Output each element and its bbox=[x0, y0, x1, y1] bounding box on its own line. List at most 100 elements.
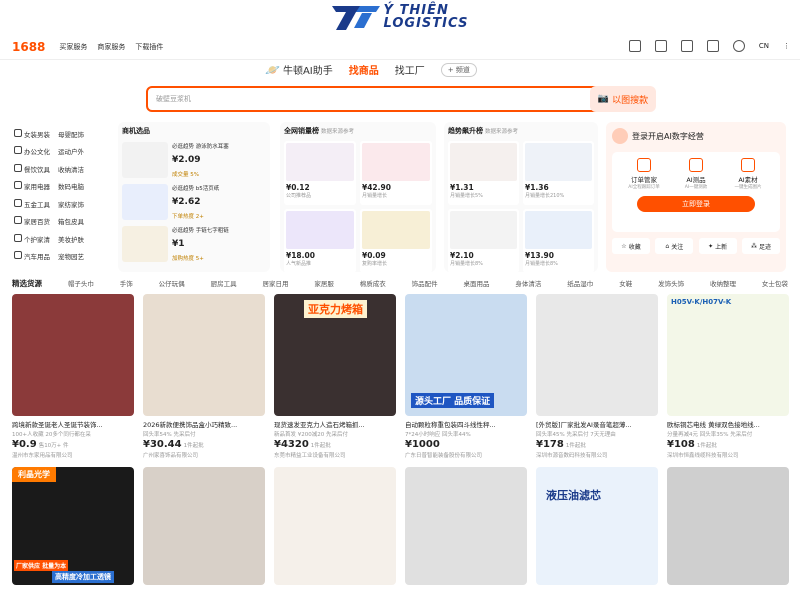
message-icon[interactable] bbox=[628, 40, 641, 52]
tab-category[interactable]: 女鞋 bbox=[619, 278, 632, 289]
ranking-item[interactable]: ¥1.36 月销量增长210% bbox=[523, 141, 594, 205]
ranking-item[interactable]: ¥0.09 复购率增长 bbox=[360, 209, 432, 273]
product-title[interactable]: 现货速发亚克力人造石烤箱抓... bbox=[274, 419, 396, 429]
feature-order-manager[interactable]: 订单管家 AI全程跟踪订单 bbox=[619, 158, 669, 190]
nav-download-plugin[interactable]: 下载插件 bbox=[135, 42, 163, 52]
quick-new[interactable]: ✦ 上新 bbox=[698, 238, 737, 254]
product-card[interactable] bbox=[405, 467, 527, 585]
category-item[interactable]: 美妆护肤 bbox=[58, 234, 84, 244]
tab-category[interactable]: 棉质成衣 bbox=[360, 278, 386, 289]
product-card[interactable] bbox=[143, 467, 265, 585]
new-icon: ✦ bbox=[708, 242, 714, 250]
product-title[interactable]: 2026新款便携饰品盒小巧精致... bbox=[143, 419, 265, 429]
product-card[interactable]: 源头工厂 品质保证 自动颗粒称重包装四斗线性秤... 7*24小时响应 回头率44%… bbox=[405, 294, 527, 459]
quick-history[interactable]: ⁂ 足迹 bbox=[741, 238, 780, 254]
feature-ai-test[interactable]: AI测品 AI一键测款 bbox=[671, 158, 721, 190]
opportunity-panel[interactable]: 商机选品 必逛趋势 游泳防水耳塞 ¥2.09 成交量 5% 必逛趋势 b5活页纸 ¥2… bbox=[118, 122, 270, 272]
ranking-item[interactable]: ¥42.90 月销量增长 bbox=[360, 141, 432, 205]
category-item[interactable]: 汽车用品 bbox=[14, 251, 50, 261]
tab-category[interactable]: 手饰 bbox=[120, 278, 133, 289]
tab-category[interactable]: 发饰头饰 bbox=[658, 278, 684, 289]
product-title[interactable]: 跨境新款圣诞老人圣诞节装饰... bbox=[12, 419, 134, 429]
category-item[interactable]: 母婴配饰 bbox=[58, 129, 84, 139]
product-card[interactable] bbox=[274, 467, 396, 585]
product-card[interactable]: 跨境新款圣诞老人圣诞节装饰... 100+人收藏 20多个同行都在采 ¥0.9 售10… bbox=[12, 294, 134, 459]
seller-name[interactable]: 广东日普智能装备股份有限公司 bbox=[405, 451, 527, 459]
category-item[interactable]: 数码电脑 bbox=[58, 181, 84, 191]
ai-assistant-label: 牛顿AI助手 bbox=[282, 66, 333, 77]
seller-name[interactable]: 广州家喜饰品有限公司 bbox=[143, 451, 265, 459]
shop-item[interactable]: 必逛趋势 b5活页纸 ¥2.62 下单热度 2+ bbox=[122, 184, 266, 220]
product-card[interactable]: [外贸版]厂家批发AI录音笔超薄... 回头率45% 先采后付 7天无理由 ¥178… bbox=[536, 294, 658, 459]
product-title[interactable]: [外贸版]厂家批发AI录音笔超薄... bbox=[536, 419, 658, 429]
tab-category[interactable]: 身体清洁 bbox=[515, 278, 541, 289]
seller-name[interactable]: 东莞市精益工业设备有限公司 bbox=[274, 451, 396, 459]
category-item[interactable]: 收纳清洁 bbox=[58, 164, 84, 174]
globe-icon[interactable] bbox=[732, 40, 745, 52]
tab-find-factory[interactable]: 找工厂 bbox=[395, 62, 425, 77]
category-item[interactable]: 家居百货 bbox=[14, 216, 50, 226]
product-title[interactable]: 自动颗粒称重包装四斗线性秤... bbox=[405, 419, 527, 429]
product-card[interactable]: 液压油滤芯 bbox=[536, 467, 658, 585]
product-meta: 7*24小时响应 回头率44% bbox=[405, 432, 471, 438]
category-item[interactable]: 运动户外 bbox=[58, 146, 84, 156]
shop-item[interactable]: 必逛趋势 手链七字粗链 ¥1 加购热度 5+ bbox=[122, 226, 266, 262]
ranking-item[interactable]: ¥1.31 月销量增长5% bbox=[448, 141, 519, 205]
tab-category[interactable]: 桌面用品 bbox=[464, 278, 490, 289]
product-card[interactable]: H05V-K/H07V-K 欧标铜芯电线 黄绿双色接地线... 分量再减4元 回头率… bbox=[667, 294, 789, 459]
ranking-item[interactable]: ¥18.00 人气新品推 bbox=[284, 209, 356, 273]
category-item[interactable]: 办公文化 bbox=[14, 146, 50, 156]
shop-item[interactable]: 必逛趋势 游泳防水耳塞 ¥2.09 成交量 5% bbox=[122, 142, 266, 178]
login-button[interactable]: 立即登录 bbox=[637, 196, 755, 212]
add-channel-button[interactable]: + 频道 bbox=[440, 62, 477, 77]
nav-seller-service[interactable]: 商家服务 bbox=[97, 42, 125, 52]
tab-category[interactable]: 公仔玩偶 bbox=[159, 278, 185, 289]
product-card[interactable]: 利晶光学 厂家供应 批量为本 高精度冷加工透镜 bbox=[12, 467, 134, 585]
cart-icon[interactable] bbox=[654, 40, 667, 52]
ranking-item[interactable]: ¥2.10 月销量增长8% bbox=[448, 209, 519, 273]
feature-ai-material[interactable]: AI素材 一键生成图片 bbox=[723, 158, 773, 190]
image-search-button[interactable]: 📷 以图搜款 bbox=[590, 86, 656, 112]
favorites-icon[interactable] bbox=[706, 40, 719, 52]
category-item[interactable]: 餐饮饮具 bbox=[14, 163, 50, 174]
ranking-item[interactable]: ¥13.90 月销量增长8% bbox=[523, 209, 594, 273]
tab-category[interactable]: 女士包袋 bbox=[762, 278, 788, 289]
ai-assistant-tab[interactable]: 🪐 牛顿AI助手 bbox=[265, 62, 333, 78]
tab-category[interactable]: 帽子头巾 bbox=[68, 278, 94, 289]
more-icon[interactable]: ⋮ bbox=[783, 42, 790, 50]
category-item[interactable]: 个护家清 bbox=[14, 233, 50, 244]
product-card[interactable]: 2026新款便携饰品盒小巧精致... 回头率54% 先采后付 ¥30.44 1件起批广… bbox=[143, 294, 265, 459]
category-item[interactable]: 宠物园艺 bbox=[58, 251, 84, 261]
tab-category[interactable]: 纸品湿巾 bbox=[567, 278, 593, 289]
seller-name[interactable]: 深圳市源音数码科技有限公司 bbox=[536, 451, 658, 459]
nav-buyer-service[interactable]: 买家服务 bbox=[59, 42, 87, 52]
tab-category[interactable]: 收纳整理 bbox=[710, 278, 736, 289]
search-input[interactable]: 破壁豆浆机 bbox=[156, 94, 191, 104]
tab-category[interactable]: 家居服 bbox=[314, 278, 334, 289]
tab-category[interactable]: 居家日用 bbox=[262, 278, 288, 289]
category-item[interactable]: 箱包皮具 bbox=[58, 216, 84, 226]
product-card[interactable]: 亚克力烤箱 现货速发亚克力人造石烤箱抓... 新品首发 ¥200减20 先采后付 ¥4… bbox=[274, 294, 396, 459]
category-item[interactable]: 五金工具 bbox=[14, 198, 50, 209]
category-item[interactable]: 家用电器 bbox=[14, 181, 50, 191]
tab-category[interactable]: 饰品配件 bbox=[412, 278, 438, 289]
trend-ranking-panel[interactable]: 趋势飙升榜 数据来源参考 ¥1.31 月销量增长5% ¥1.36 月销量增长210% … bbox=[444, 122, 598, 273]
tab-category[interactable]: 厨房工具 bbox=[211, 278, 237, 289]
quick-favorites[interactable]: ☆ 收藏 bbox=[612, 238, 650, 254]
seller-name[interactable]: 深圳市恒鑫线缆科技有限公司 bbox=[667, 451, 789, 459]
ranking-item[interactable]: ¥0.12 公司推荐品 bbox=[284, 141, 356, 205]
seller-name[interactable]: 温州市东家用品有限公司 bbox=[12, 451, 134, 459]
orders-icon[interactable] bbox=[680, 40, 693, 52]
product-title[interactable]: 欧标铜芯电线 黄绿双色接地线... bbox=[667, 419, 789, 429]
product-card[interactable] bbox=[667, 467, 789, 585]
category-item[interactable]: 女装男装 bbox=[14, 128, 50, 139]
star-icon: ☆ bbox=[621, 242, 627, 250]
category-item[interactable]: 家纺家饰 bbox=[58, 199, 84, 209]
product-image bbox=[667, 467, 789, 585]
language-label[interactable]: CN bbox=[759, 42, 769, 50]
tab-featured[interactable]: 精选货源 bbox=[12, 278, 42, 289]
quick-follow[interactable]: ⌂ 关注 bbox=[655, 238, 694, 254]
site-logo[interactable]: 1688 bbox=[12, 40, 45, 54]
hot-ranking-panel[interactable]: 全网销量榜 数据来源参考 ¥0.12 公司推荐品 ¥42.90 月销量增长 ¥18.0… bbox=[280, 122, 436, 273]
tab-find-products[interactable]: 找商品 bbox=[349, 62, 379, 77]
